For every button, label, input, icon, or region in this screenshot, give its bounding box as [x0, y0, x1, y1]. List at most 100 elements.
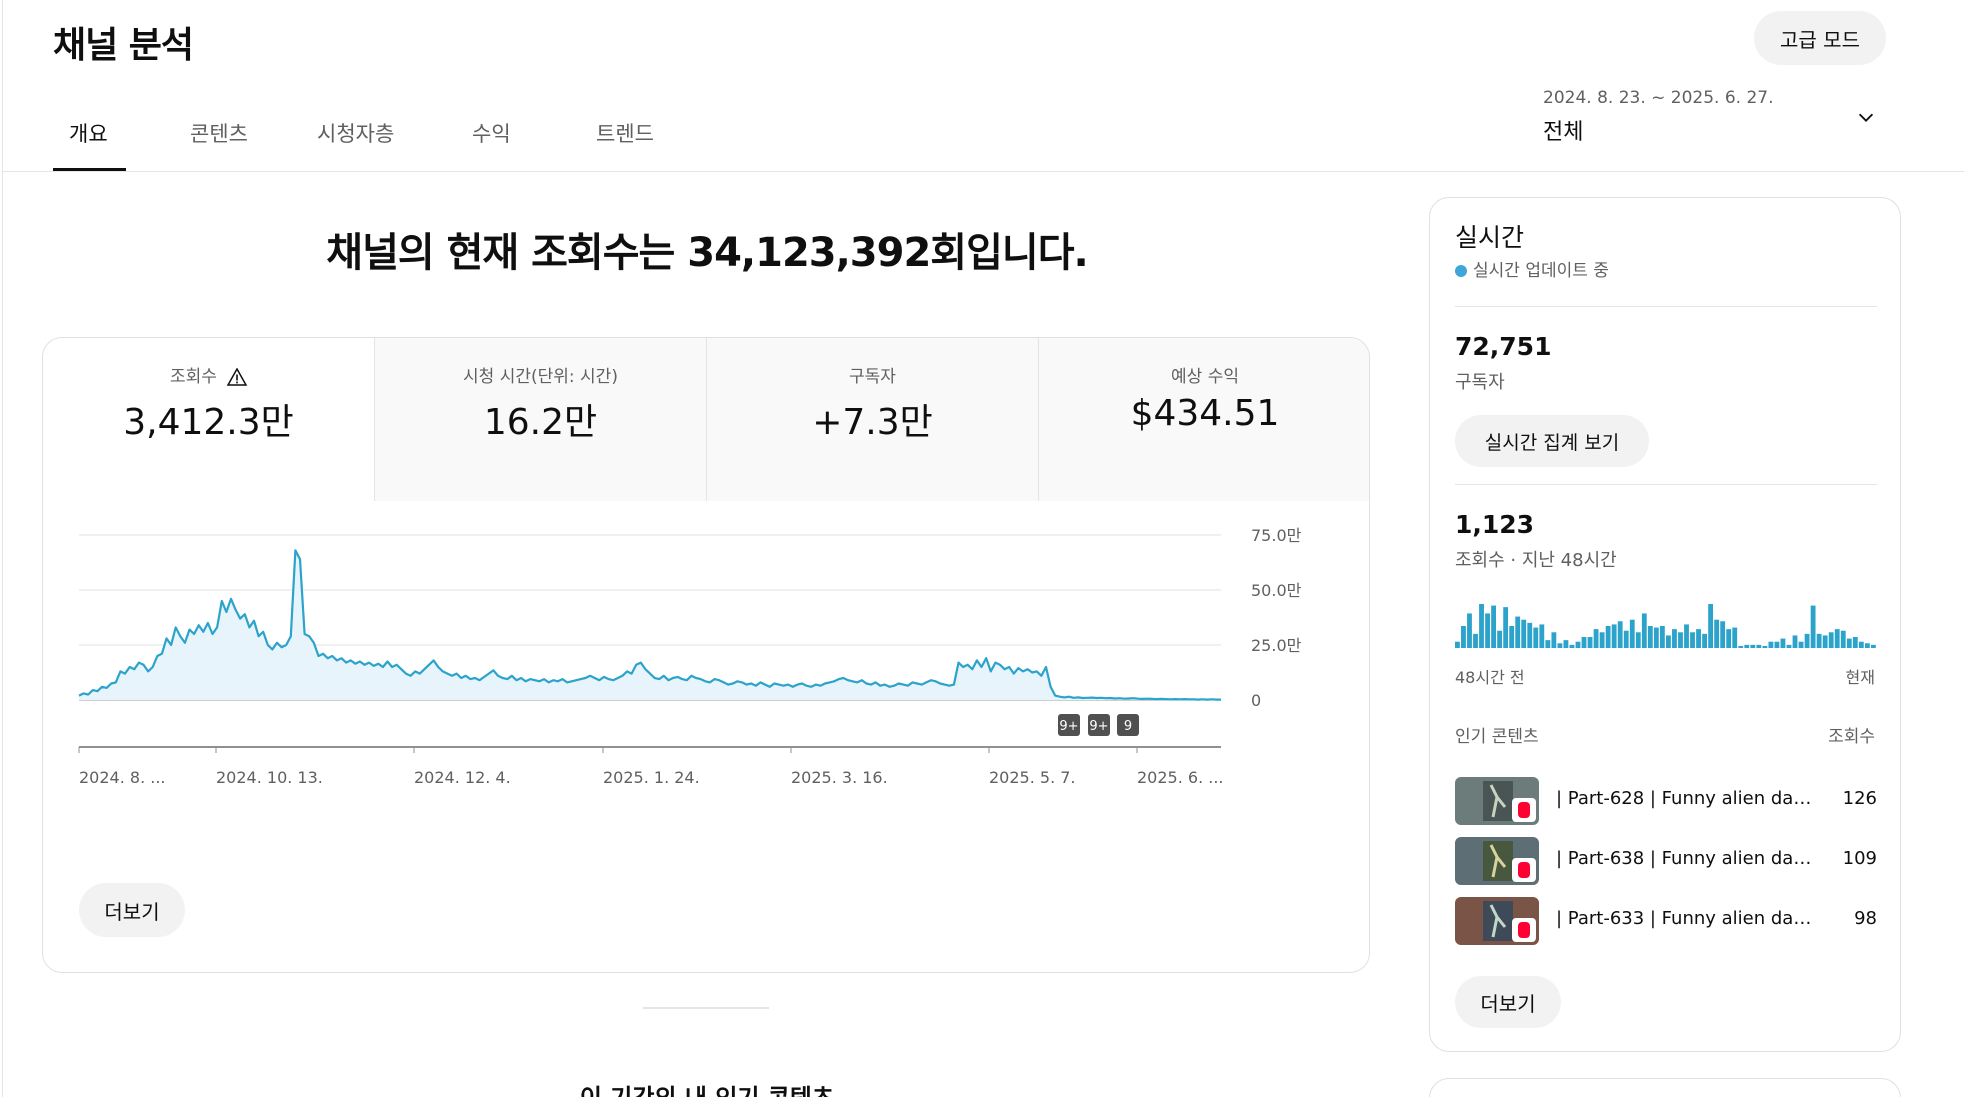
shorts-icon [1512, 918, 1536, 942]
realtime-bar [1678, 632, 1683, 648]
realtime-bar [1491, 605, 1496, 648]
metric-label: 예상 수익 [1171, 367, 1239, 387]
next-card [1429, 1078, 1901, 1097]
video-thumbnail [1455, 897, 1539, 945]
axis-start-label: 48시간 전 [1455, 668, 1525, 687]
realtime-bar [1696, 629, 1701, 648]
realtime-bar [1623, 630, 1629, 648]
metric-tab-subscribers[interactable]: 구독자 +7.3만 [707, 338, 1039, 501]
realtime-bar [1575, 641, 1581, 648]
x-tick-label: 2024. 12. 4. [414, 768, 511, 787]
analytics-page: 채널 분석 고급 모드 개요 콘텐츠 시청자층 수익 트렌드 2024. 8. … [2, 0, 1964, 1097]
realtime-bar [1509, 626, 1515, 648]
popular-content-row[interactable]: | Part-628 | Funny alien dance | Alien d… [1455, 777, 1877, 825]
metric-value: 3,412.3만 [123, 402, 294, 443]
realtime-bar [1708, 604, 1714, 648]
realtime-bar [1455, 641, 1460, 648]
realtime-bar [1726, 629, 1732, 648]
realtime-bar [1768, 641, 1774, 648]
realtime-bar [1479, 604, 1484, 648]
realtime-bar [1557, 643, 1563, 648]
divider [1455, 484, 1877, 485]
content-title: | Part-633 | Funny alien dance | Alien d… [1556, 908, 1816, 929]
date-range-picker[interactable]: 2024. 8. 23. ~ 2025. 6. 27. 전체 [1543, 88, 1883, 148]
realtime-bar [1864, 643, 1870, 648]
realtime-bar [1647, 626, 1653, 648]
metric-label: 구독자 [849, 367, 896, 387]
metric-tab-revenue[interactable]: 예상 수익 $434.51 [1039, 338, 1369, 501]
realtime-status-text: 실시간 업데이트 중 [1473, 261, 1609, 281]
chart-more-button[interactable]: 더보기 [79, 883, 185, 937]
popular-content-label: 인기 콘텐츠 [1455, 727, 1539, 747]
realtime-bar [1581, 637, 1587, 648]
popular-content-heading: 이 기간의 내 인기 콘텐츠 [43, 1078, 1371, 1097]
warning-icon[interactable] [226, 368, 247, 386]
realtime-more-button[interactable]: 더보기 [1455, 976, 1561, 1028]
tab-overview[interactable]: 개요 [69, 118, 108, 148]
realtime-bar [1762, 646, 1768, 648]
realtime-bar [1798, 641, 1804, 648]
shorts-icon [1512, 858, 1536, 882]
realtime-views-bar-chart[interactable] [1455, 598, 1877, 650]
metric-value: $434.51 [1130, 393, 1280, 434]
realtime-bar [1756, 644, 1762, 648]
views-column-header: 조회수 [1828, 727, 1875, 747]
advanced-mode-button[interactable]: 고급 모드 [1754, 11, 1886, 65]
header-divider [3, 171, 1964, 172]
divider [1455, 306, 1877, 307]
video-thumbnail [1455, 837, 1539, 885]
x-tick-label: 2024. 10. 13. [216, 768, 323, 787]
metric-value: +7.3만 [812, 402, 933, 443]
shorts-icon [1512, 798, 1536, 822]
realtime-bar [1533, 627, 1539, 648]
annotation-label: 9 [1124, 719, 1132, 734]
tab-audience[interactable]: 시청자층 [317, 118, 394, 148]
metric-label: 조회수 [170, 367, 217, 387]
axis-end-label: 현재 [1845, 668, 1875, 687]
realtime-bar [1792, 635, 1798, 648]
realtime-bar [1816, 633, 1822, 648]
realtime-views-label: 조회수 · 지난 48시간 [1455, 550, 1617, 571]
metric-tab-watch-time[interactable]: 시청 시간(단위: 시간) 16.2만 [375, 338, 707, 501]
tab-trends[interactable]: 트렌드 [596, 118, 654, 148]
realtime-bar [1461, 626, 1466, 648]
realtime-bar [1780, 638, 1786, 648]
realtime-bar [1473, 633, 1478, 648]
realtime-bar [1804, 633, 1810, 648]
realtime-bar [1774, 641, 1780, 648]
views-chart[interactable]: 75.0만 50.0만 25.0만 0 9+ 9+ 9 2024. 8. ... 2024. 1… [43, 501, 1370, 901]
y-tick-label: 75.0만 [1251, 526, 1302, 545]
popular-content-row[interactable]: | Part-633 | Funny alien dance | Alien d… [1455, 897, 1877, 945]
realtime-bar [1732, 627, 1738, 648]
content-title: | Part-638 | Funny alien dance | Alien d… [1556, 848, 1816, 869]
date-range-text: 2024. 8. 23. ~ 2025. 6. 27. [1543, 88, 1774, 108]
live-dot-icon [1455, 265, 1467, 277]
realtime-bar [1750, 644, 1756, 648]
realtime-bar [1870, 644, 1876, 648]
x-tick-label: 2025. 5. 7. [989, 768, 1076, 787]
realtime-bar [1738, 646, 1744, 648]
realtime-bar [1521, 619, 1527, 648]
realtime-bar [1702, 633, 1707, 648]
realtime-report-button[interactable]: 실시간 집계 보기 [1455, 415, 1649, 467]
popular-content-row[interactable]: | Part-638 | Funny alien dance | Alien d… [1455, 837, 1877, 885]
tab-content[interactable]: 콘텐츠 [190, 118, 248, 148]
subscriber-label: 구독자 [1455, 372, 1505, 393]
realtime-bar [1659, 626, 1665, 648]
metric-tab-views[interactable]: 조회수 3,412.3만 [43, 338, 375, 501]
tab-revenue[interactable]: 수익 [472, 118, 511, 148]
annotation-label: 9+ [1089, 719, 1108, 734]
date-range-label: 전체 [1543, 120, 1584, 145]
realtime-bar [1629, 619, 1635, 648]
realtime-status: 실시간 업데이트 중 [1455, 256, 1609, 281]
metric-label: 시청 시간(단위: 시간) [463, 367, 618, 387]
realtime-bar [1617, 621, 1623, 648]
realtime-bar [1690, 632, 1695, 648]
subscriber-count: 72,751 [1455, 332, 1552, 361]
realtime-bar [1551, 632, 1557, 648]
x-tick-label: 2025. 3. 16. [791, 768, 888, 787]
content-title: | Part-628 | Funny alien dance | Alien d… [1556, 788, 1816, 809]
realtime-bar [1846, 638, 1852, 648]
realtime-bar [1641, 613, 1647, 648]
realtime-bar [1503, 607, 1509, 648]
